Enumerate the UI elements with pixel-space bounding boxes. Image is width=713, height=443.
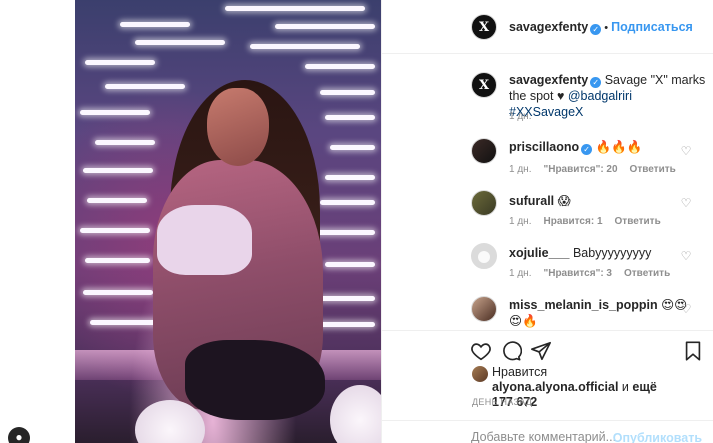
neon-light xyxy=(80,228,150,233)
reply-button[interactable]: Ответить xyxy=(630,164,676,175)
neon-light xyxy=(315,322,375,327)
comment-time[interactable]: 1 дн. xyxy=(509,164,531,175)
comment-body: miss_melanin_is_poppin 😍😍 😍🔥 xyxy=(509,297,689,329)
heart-icon[interactable] xyxy=(470,340,492,362)
comment-icon[interactable] xyxy=(500,340,522,362)
post-header: X savagexfenty ✓ • Подписаться xyxy=(382,0,713,54)
figure-brief xyxy=(185,340,325,420)
likes-prefix: Нравится xyxy=(492,365,548,379)
neon-light xyxy=(83,290,153,295)
publish-button[interactable]: Опубликовать xyxy=(613,431,702,443)
caption: savagexfenty ✓ Savage "X" marks the spot … xyxy=(509,72,709,120)
figure-top xyxy=(157,205,252,275)
author-avatar[interactable]: X xyxy=(471,14,497,40)
neon-light xyxy=(325,115,375,120)
neon-light xyxy=(85,60,155,65)
neon-light xyxy=(305,64,375,69)
heart-icon[interactable]: ♡ xyxy=(680,197,692,209)
neon-light xyxy=(83,168,153,173)
header-line: savagexfenty ✓ • Подписаться xyxy=(509,20,693,35)
comment-likes[interactable]: Нравится: 1 xyxy=(543,216,602,227)
neon-light xyxy=(315,230,375,235)
figure-face xyxy=(207,88,269,166)
reply-button[interactable]: Ответить xyxy=(615,216,661,227)
comment-username[interactable]: xojulie___ xyxy=(509,246,569,260)
neon-light xyxy=(320,200,375,205)
comment-meta: 1 дн. "Нравится": 20 Ответить xyxy=(509,164,688,175)
heart-icon[interactable]: ♡ xyxy=(680,145,692,157)
comment-input[interactable] xyxy=(471,430,621,443)
commenter-avatar[interactable] xyxy=(471,243,497,269)
caption-mention[interactable]: @badgalriri xyxy=(568,89,632,103)
post-photo[interactable] xyxy=(75,0,381,443)
add-comment-bar: Опубликовать xyxy=(382,420,713,443)
comment-text: Babyyyyyyyyy xyxy=(572,246,652,260)
verified-icon: ✓ xyxy=(590,77,602,88)
post-date[interactable]: ДЕНЬ НАЗАД xyxy=(472,397,532,407)
comment-meta: 1 дн. "Нравится": 3 Ответить xyxy=(509,268,682,279)
caption-avatar[interactable]: X xyxy=(471,72,497,98)
commenter-avatar[interactable] xyxy=(471,138,497,164)
comment-username[interactable]: miss_melanin_is_poppin xyxy=(509,298,658,312)
fur-prop xyxy=(330,385,381,443)
verified-icon: ✓ xyxy=(590,24,602,35)
neon-light xyxy=(250,44,360,49)
follow-button[interactable]: Подписаться xyxy=(611,20,693,34)
user-icon[interactable]: ● xyxy=(8,427,30,443)
comment-meta: 1 дн. Нравится: 1 Ответить xyxy=(509,216,673,227)
comment-body: priscillaono ✓ 🔥🔥🔥 xyxy=(509,139,679,155)
comment-text: 😱 xyxy=(557,194,571,208)
comment-text: 🔥🔥🔥 xyxy=(595,140,643,154)
action-bar xyxy=(382,330,713,368)
neon-light xyxy=(85,258,150,263)
neon-light xyxy=(320,296,375,301)
author-username[interactable]: savagexfenty xyxy=(509,20,588,34)
separator-dot: • xyxy=(604,22,609,34)
neon-light xyxy=(275,24,375,29)
default-avatar-icon xyxy=(478,251,490,263)
post-panel: X savagexfenty ✓ • Подписаться X savagexfen… xyxy=(381,0,713,443)
comment-username[interactable]: priscillaono xyxy=(509,140,579,154)
heart-icon[interactable]: ♡ xyxy=(680,303,692,315)
neon-light xyxy=(225,6,365,11)
liker-username[interactable]: alyona.alyona.official xyxy=(492,380,618,394)
comment-body: sufurall 😱 xyxy=(509,193,679,209)
comment-likes[interactable]: "Нравится": 3 xyxy=(543,268,612,279)
comment-time[interactable]: 1 дн. xyxy=(509,268,531,279)
verified-icon: ✓ xyxy=(581,144,593,155)
comment-time[interactable]: 1 дн. xyxy=(509,216,531,227)
bookmark-icon[interactable] xyxy=(682,340,704,362)
neon-light xyxy=(330,145,375,150)
comment-username[interactable]: sufurall xyxy=(509,194,554,208)
neon-light xyxy=(87,198,147,203)
heart-icon[interactable]: ♡ xyxy=(680,250,692,262)
caption-username[interactable]: savagexfenty xyxy=(509,73,588,87)
neon-light xyxy=(95,140,155,145)
neon-light xyxy=(120,22,190,27)
neon-light xyxy=(105,84,185,89)
neon-light xyxy=(320,90,375,95)
comment-likes[interactable]: "Нравится": 20 xyxy=(543,164,617,175)
neon-light xyxy=(135,40,225,45)
share-icon[interactable] xyxy=(530,340,552,362)
caption-time[interactable]: 1 дн. xyxy=(509,111,531,122)
neon-light xyxy=(80,110,150,115)
commenter-avatar[interactable] xyxy=(471,190,497,216)
neon-light xyxy=(325,175,375,180)
neon-light xyxy=(325,262,375,267)
likes-and: и xyxy=(621,380,629,394)
reply-button[interactable]: Ответить xyxy=(624,268,670,279)
comment-body: xojulie___ Babyyyyyyyyy xyxy=(509,245,679,261)
commenter-avatar[interactable] xyxy=(471,296,497,322)
